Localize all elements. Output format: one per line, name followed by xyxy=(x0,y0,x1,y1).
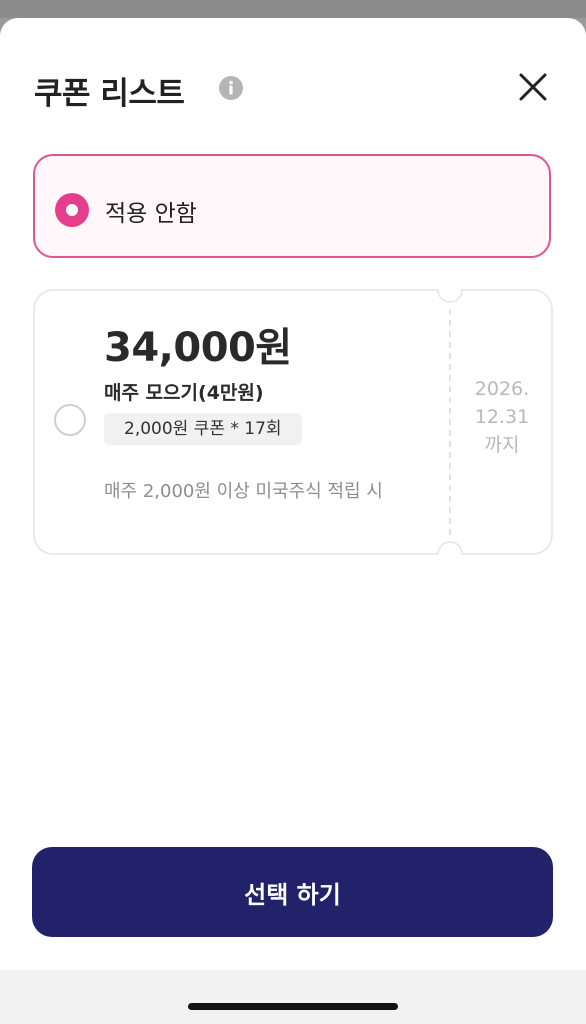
dimmed-backdrop xyxy=(0,0,586,18)
radio-selected-icon[interactable] xyxy=(55,193,89,227)
page-title: 쿠폰 리스트 xyxy=(34,76,185,112)
expiry-date: 12.31 xyxy=(474,406,530,428)
home-indicator[interactable] xyxy=(188,1003,398,1010)
coupon-detail-badge: 2,000원 쿠폰 * 17회 xyxy=(104,413,302,445)
radio-unselected-icon[interactable] xyxy=(54,404,86,436)
system-bottom-bar xyxy=(0,970,586,1024)
option-no-coupon[interactable]: 적용 안함 xyxy=(33,154,551,258)
info-icon[interactable] xyxy=(218,75,244,101)
coupon-amount: 34,000원 xyxy=(104,325,292,371)
coupon-card[interactable]: 34,000원 매주 모으기(4만원) 2,000원 쿠폰 * 17회 매주 2… xyxy=(33,289,553,555)
expiry-year: 2026. xyxy=(474,378,530,400)
select-button[interactable]: 선택 하기 xyxy=(32,847,553,937)
coupon-bottom-sheet: 쿠폰 리스트 적용 안함 34,000원 매주 모으기(4만원) 2,000원 … xyxy=(0,18,586,970)
coupon-expiry: 2026. 12.31 까지 xyxy=(457,375,547,459)
expiry-suffix: 까지 xyxy=(484,434,520,456)
coupon-name: 매주 모으기(4만원) xyxy=(104,382,264,404)
option-no-coupon-label: 적용 안함 xyxy=(105,201,197,227)
close-icon[interactable] xyxy=(516,70,550,104)
sheet-header: 쿠폰 리스트 xyxy=(0,18,586,138)
coupon-condition: 매주 2,000원 이상 미국주식 적립 시 xyxy=(104,481,383,502)
